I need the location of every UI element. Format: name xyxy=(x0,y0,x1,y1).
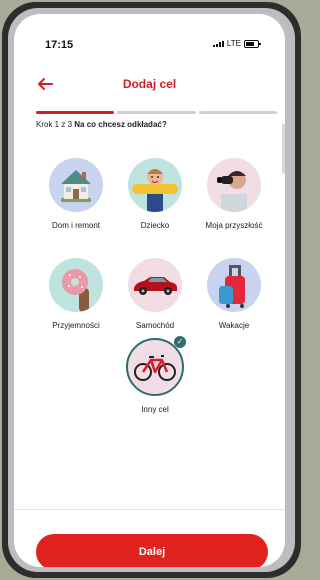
step-question: Na co chcesz odkładać? xyxy=(74,120,167,129)
goal-tile-dom[interactable]: Dom i remont xyxy=(38,158,114,230)
goal-label: Wakacje xyxy=(218,321,250,330)
car-icon xyxy=(128,258,182,312)
goal-label: Dom i remont xyxy=(51,221,100,230)
next-button[interactable]: Dalej xyxy=(36,534,268,567)
child-icon xyxy=(128,158,182,212)
suitcase-icon xyxy=(207,258,261,312)
house-icon xyxy=(49,158,103,212)
goal-tile-samochod[interactable]: Samochód xyxy=(117,258,193,330)
status-indicators: LTE xyxy=(212,39,261,48)
goal-label: Inny cel xyxy=(141,405,169,414)
progress-segment-2 xyxy=(117,111,196,114)
goal-tile-przyszlosc[interactable]: Moja przyszłość xyxy=(196,158,272,230)
bicycle-icon xyxy=(134,355,176,381)
goal-tile-inny-cel[interactable]: ✓ Inny cel xyxy=(117,336,193,414)
header: Dodaj cel xyxy=(14,74,285,98)
donut-icon xyxy=(49,258,103,312)
goal-tile-przyjemnosci[interactable]: Przyjemności xyxy=(38,258,114,330)
progress-segment-1 xyxy=(36,111,115,114)
goal-tile-dziecko[interactable]: Dziecko xyxy=(117,158,193,230)
network-label: LTE xyxy=(226,39,241,48)
status-time: 17:15 xyxy=(45,39,74,51)
goal-label: Samochód xyxy=(135,321,175,330)
app-screen: 17:15 LTE Dodaj cel Krok 1 z 3 Na co chc… xyxy=(14,14,285,567)
battery-icon xyxy=(244,39,261,48)
signal-icon xyxy=(212,40,224,47)
goal-label: Moja przyszłość xyxy=(205,221,263,230)
step-counter: Krok 1 z 3 xyxy=(36,120,73,129)
checkmark-icon: ✓ xyxy=(174,336,186,348)
status-bar: 17:15 LTE xyxy=(14,14,285,51)
selected-goal-ring: ✓ xyxy=(126,336,186,396)
goal-label: Przyjemności xyxy=(52,321,100,330)
scrollbar[interactable] xyxy=(282,124,285,174)
step-progress xyxy=(36,111,277,115)
footer-divider xyxy=(14,509,285,510)
progress-segment-3 xyxy=(198,111,277,114)
binoculars-icon xyxy=(207,158,261,212)
step-caption: Krok 1 z 3 Na co chcesz odkładać? xyxy=(36,120,167,129)
goal-tile-wakacje[interactable]: Wakacje xyxy=(196,258,272,330)
page-title: Dodaj cel xyxy=(122,77,177,91)
goal-label: Dziecko xyxy=(140,221,170,230)
